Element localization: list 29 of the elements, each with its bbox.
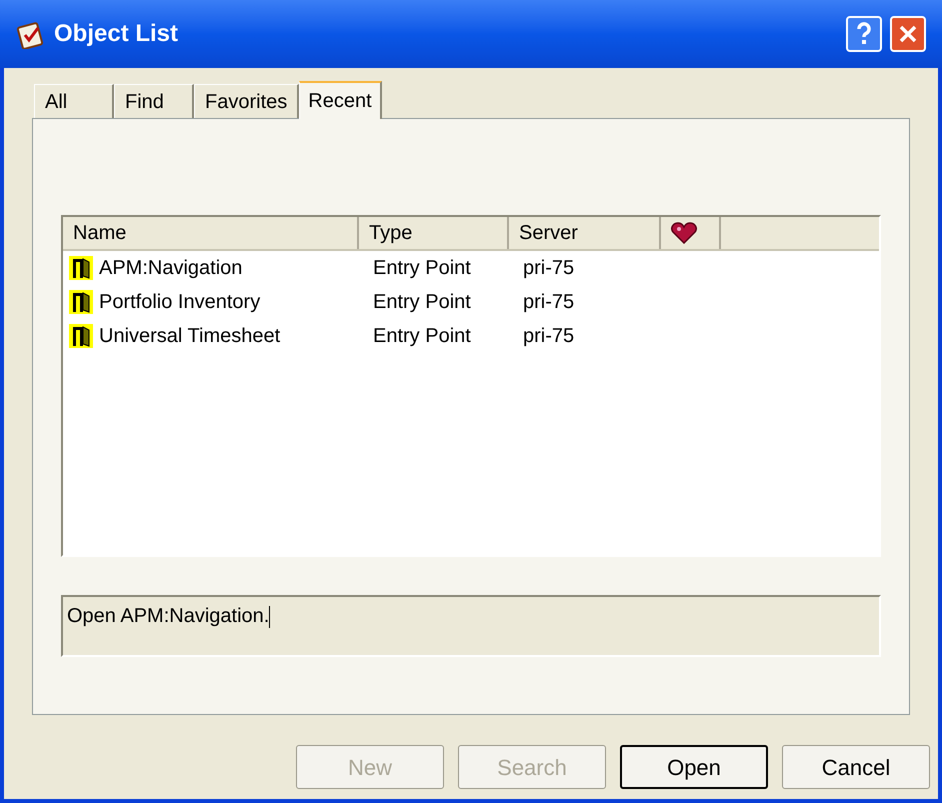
help-button[interactable] — [846, 16, 882, 52]
column-header[interactable]: Server — [509, 217, 661, 249]
table-cell-text: Entry Point — [372, 290, 472, 315]
tab[interactable]: Favorites — [194, 84, 300, 118]
column-header[interactable]: Type — [359, 217, 509, 249]
close-button[interactable] — [890, 16, 926, 52]
table-cell-text: pri-75 — [522, 290, 576, 315]
table-cell-text: Entry Point — [372, 324, 472, 349]
table-cell-text: pri-75 — [522, 256, 576, 281]
dialog-button[interactable]: Open — [620, 745, 768, 789]
table-cell-text: pri-75 — [522, 324, 576, 349]
heart-icon — [671, 222, 697, 244]
tab[interactable]: All — [34, 84, 114, 118]
table-cell-text: Entry Point — [372, 256, 472, 281]
window-title: Object List — [54, 19, 180, 49]
close-icon — [898, 24, 918, 44]
description-text: Open APM:Navigation. — [67, 605, 270, 627]
door-icon — [69, 290, 93, 314]
tab[interactable]: Find — [114, 84, 194, 118]
question-mark-icon — [856, 22, 872, 46]
door-icon — [69, 324, 93, 348]
dialog-button[interactable]: Cancel — [782, 745, 930, 789]
tab[interactable]: Recent — [299, 81, 382, 119]
text-cursor — [269, 606, 270, 628]
door-icon — [69, 256, 93, 280]
table-cell-text: Portfolio Inventory — [99, 290, 260, 315]
column-header[interactable]: Name — [63, 217, 359, 249]
table-cell-text: APM:Navigation — [99, 256, 242, 281]
table-cell-text: Universal Timesheet — [99, 324, 280, 349]
